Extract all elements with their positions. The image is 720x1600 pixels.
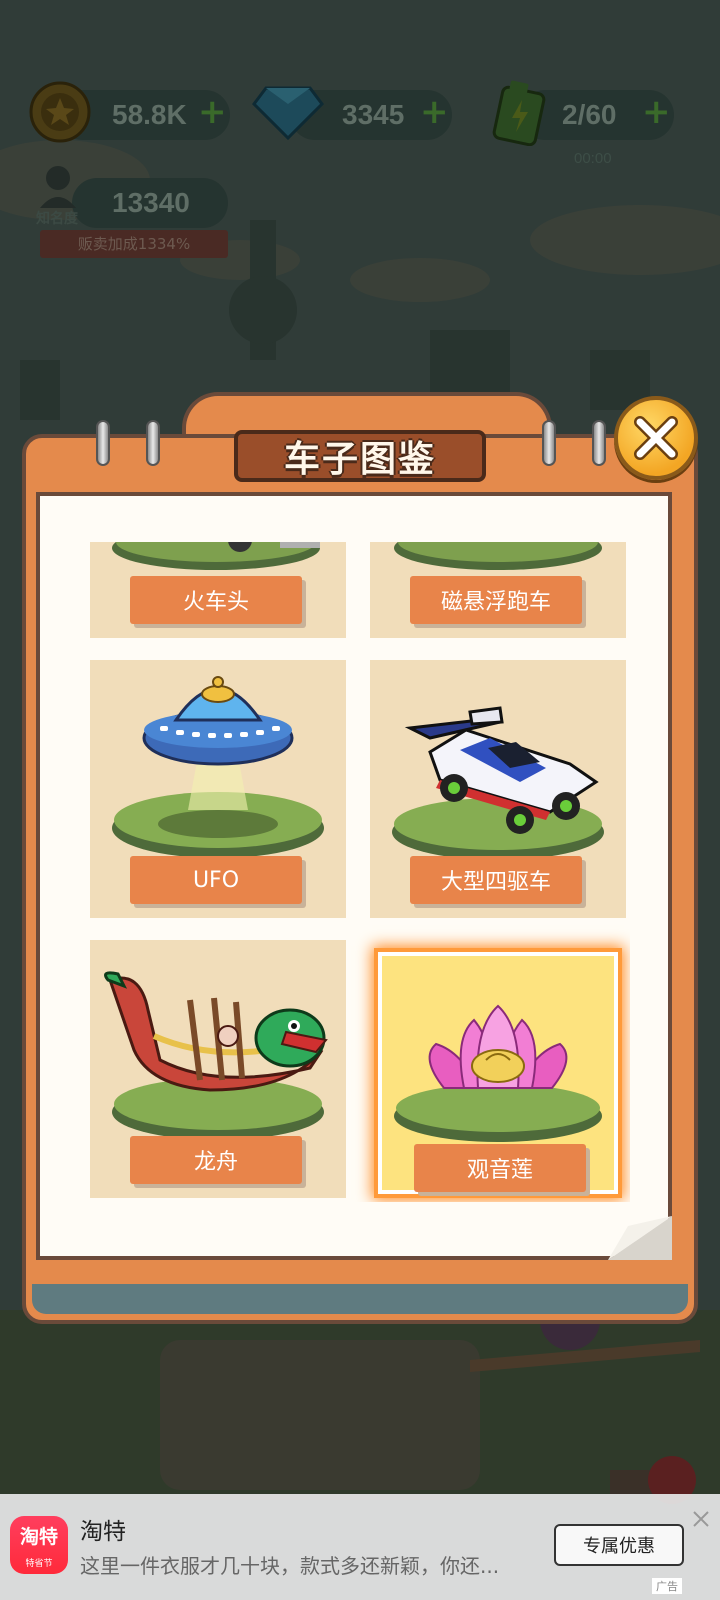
taote-app-logo[interactable]: 淘特 特省节 <box>10 1516 68 1574</box>
card-label: 磁悬浮跑车 <box>410 576 582 624</box>
binder-ring-icon <box>96 420 110 466</box>
logo-subtext: 特省节 <box>25 1559 53 1569</box>
card-label-text: 磁悬浮跑车 <box>440 590 551 615</box>
ad-description: 这里一件衣服才几十块，款式多还新颖，你还... <box>80 1554 500 1578</box>
card-label-text: 龙舟 <box>193 1150 238 1175</box>
card-label-text: 观音莲 <box>466 1158 533 1183</box>
page-curl-icon <box>608 1216 672 1260</box>
modal-title-plate: 车子图鉴 <box>234 430 486 482</box>
card-4wd-car[interactable]: 大型四驱车 <box>370 660 626 918</box>
energy-value: 2/60 <box>562 99 617 130</box>
ad-app-name: 淘特 <box>80 1519 126 1545</box>
dragon-boat-icon <box>104 971 328 1140</box>
card-label: 龙舟 <box>130 1136 302 1184</box>
card-locomotive[interactable]: 火车头 <box>90 542 346 638</box>
avatar-icon <box>40 166 76 208</box>
fame-label: 知名度 <box>36 211 78 227</box>
fame-value: 13340 <box>112 187 190 218</box>
card-label-text: 大型四驱车 <box>440 870 551 895</box>
close-icon <box>634 416 678 460</box>
card-label: 火车头 <box>130 576 302 624</box>
card-label: UFO <box>130 856 302 904</box>
add-energy-button[interactable]: + <box>642 92 671 132</box>
collection-page: 火车头 磁悬浮跑车 UFO 大型四驱车 龙舟 观音莲 <box>36 492 672 1260</box>
panel-shadow <box>32 1284 688 1314</box>
locomotive-icon <box>112 542 320 570</box>
add-coins-button[interactable]: + <box>198 92 227 132</box>
card-ufo[interactable]: UFO <box>90 660 346 918</box>
gem-value: 3345 <box>342 99 405 130</box>
coin-icon <box>29 81 91 143</box>
ad-banner[interactable]: 淘特 特省节 淘特 这里一件衣服才几十块，款式多还新颖，你还... 专属优惠 广… <box>0 1494 720 1600</box>
sales-bonus-badge: 贩卖加成1334% <box>40 230 228 258</box>
card-grid[interactable]: 火车头 磁悬浮跑车 UFO 大型四驱车 龙舟 观音莲 <box>90 542 630 1202</box>
ufo-icon <box>112 676 324 858</box>
diamond-icon <box>252 86 324 140</box>
card-label: 观音莲 <box>414 1144 586 1192</box>
modal-title: 车子图鉴 <box>283 439 436 480</box>
ad-tag: 广告 <box>652 1578 682 1594</box>
card-label: 大型四驱车 <box>410 856 582 904</box>
add-gems-button[interactable]: + <box>420 92 449 132</box>
maglev-car-icon <box>394 542 602 570</box>
binder-ring-icon <box>146 420 160 466</box>
4wd-car-icon <box>392 706 604 860</box>
fame-counter: 13340 <box>72 178 228 228</box>
logo-text: 淘特 <box>19 1526 58 1548</box>
ad-close-icon[interactable] <box>690 1508 712 1530</box>
exclusive-offer-button[interactable]: 专属优惠 <box>554 1524 684 1566</box>
battery-icon <box>492 80 546 146</box>
binder-ring-icon <box>592 420 606 466</box>
binder-ring-icon <box>542 420 556 466</box>
car-collection-modal: 车子图鉴 火车头 磁悬浮跑车 UFO 大型四驱车 龙舟 观音莲 <box>22 392 698 1324</box>
energy-timer: 00:00 <box>574 150 612 167</box>
card-dragon-boat[interactable]: 龙舟 <box>90 940 346 1198</box>
close-button[interactable] <box>614 396 698 480</box>
card-label-text: UFO <box>192 867 240 893</box>
card-lotus[interactable]: 观音莲 <box>378 952 618 1194</box>
coin-value: 58.8K <box>112 99 187 130</box>
card-label-text: 火车头 <box>182 590 249 615</box>
card-maglev-car[interactable]: 磁悬浮跑车 <box>370 542 626 638</box>
lotus-icon <box>394 1004 602 1142</box>
